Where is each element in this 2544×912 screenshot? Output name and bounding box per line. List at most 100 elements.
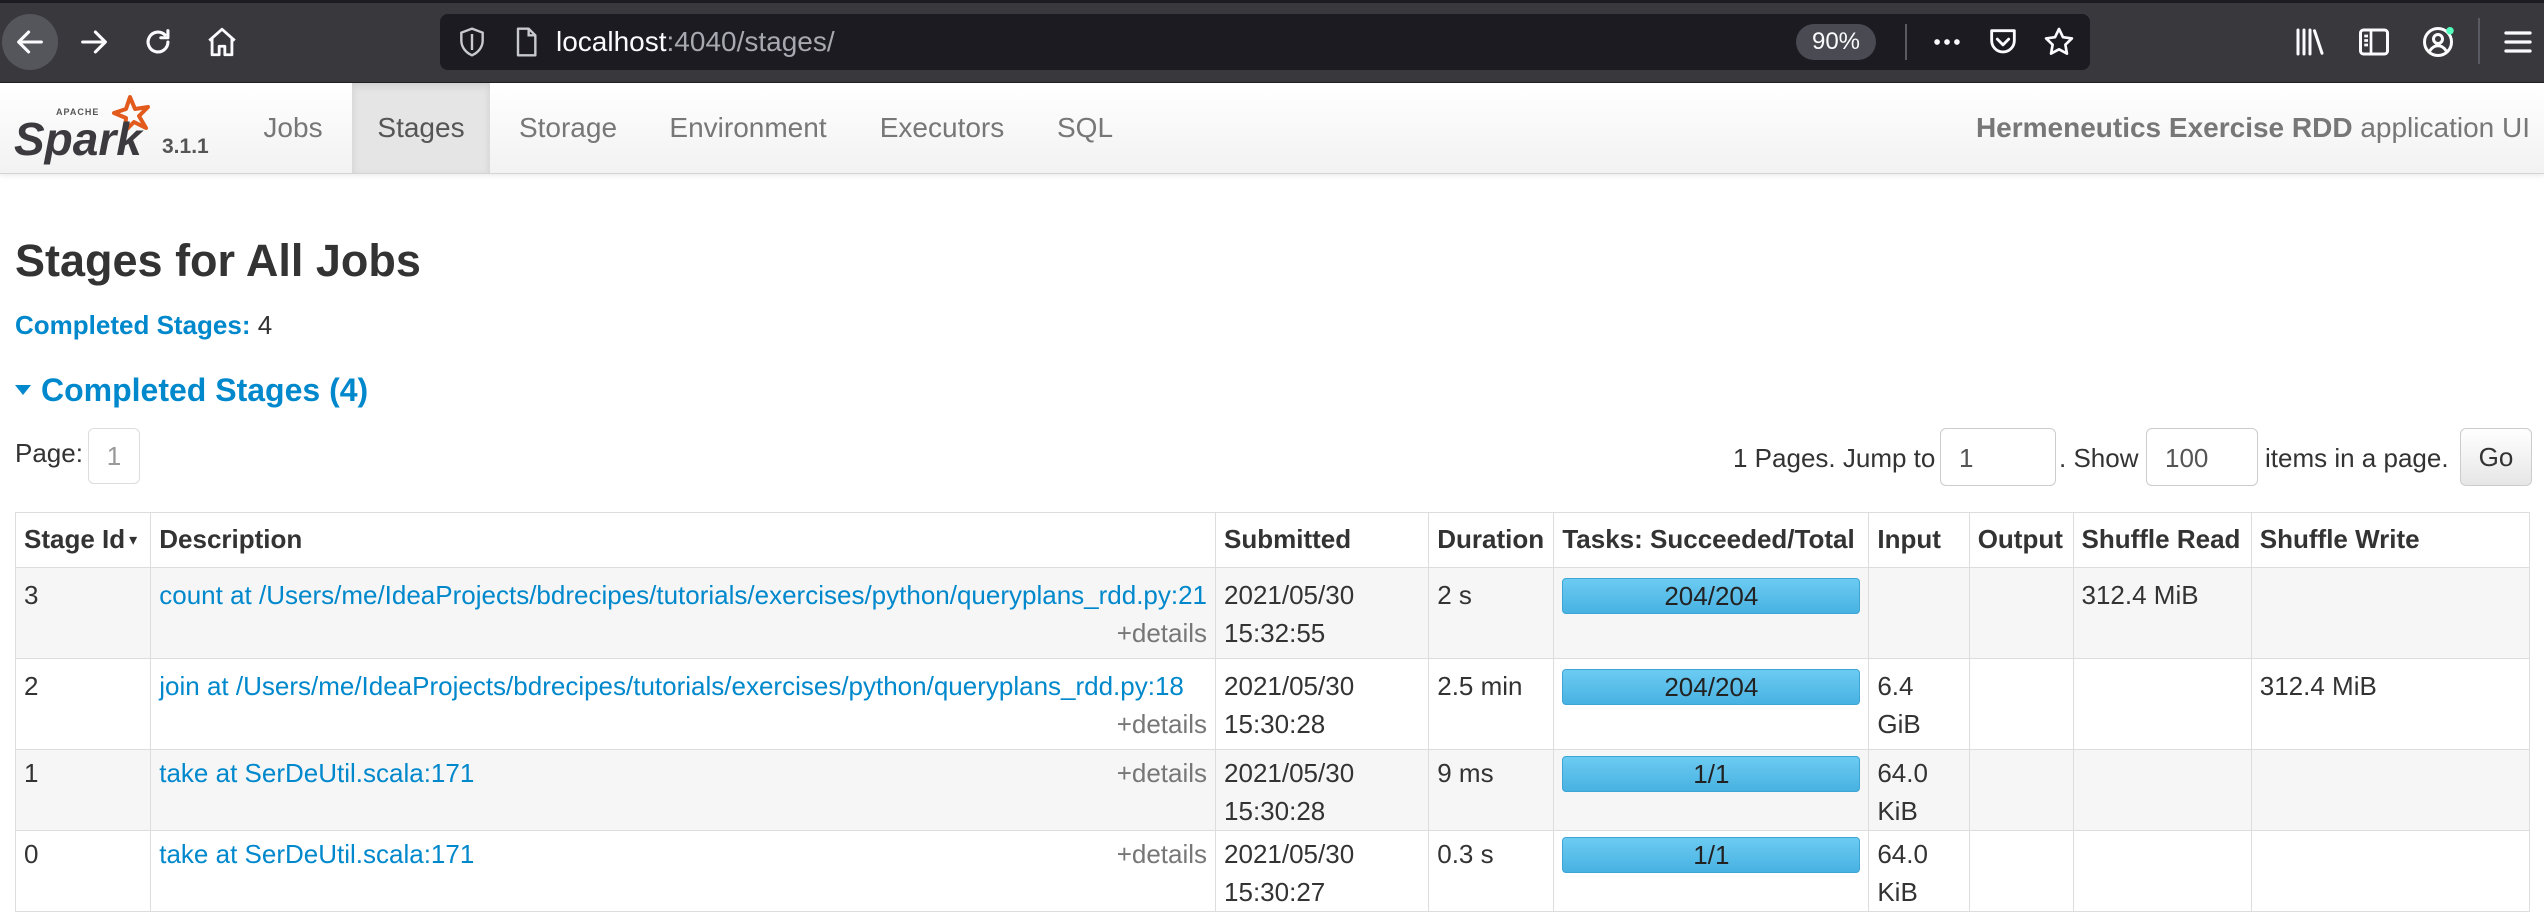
reload-button[interactable] [130,14,186,70]
description-cell: take at SerDeUtil.scala:171 +details [150,830,1217,912]
submitted-cell: 2021/05/30 15:30:28 [1215,749,1430,831]
header-stage-id[interactable]: Stage Id ▾ [14,512,152,568]
items-per-page-text: items in a page. [2265,443,2449,473]
completed-stages-toggle[interactable]: Completed Stages (4) [15,368,368,412]
header-shuffle-write[interactable]: Shuffle Write [2250,512,2531,568]
tasks-progress-bar: 1/1 [1562,837,1861,873]
table-row: 2 join at /Users/me/IdeaProjects/bdrecip… [14,658,2531,750]
toolbar-divider [2478,18,2480,64]
shuffle-read-cell [2072,658,2252,750]
tab-executors[interactable]: Executors [862,83,1022,173]
tab-sql[interactable]: SQL [1036,83,1134,173]
details-toggle[interactable]: +details [159,614,1207,652]
tab-strip [0,0,2544,3]
forward-arrow-icon [81,30,107,54]
tasks-cell: 1/1 [1553,749,1870,831]
header-shuffle-read[interactable]: Shuffle Read [2072,512,2252,568]
back-arrow-icon [17,30,43,54]
section-title: Completed Stages (4) [41,372,369,408]
pocket-icon[interactable] [1986,25,2020,59]
stage-description-link[interactable]: take at SerDeUtil.scala:171 [159,839,474,869]
header-description[interactable]: Description [150,512,1217,568]
header-input[interactable]: Input [1868,512,1970,568]
submitted-cell: 2021/05/30 15:30:28 [1215,658,1430,750]
header-submitted[interactable]: Submitted [1215,512,1430,568]
svg-text:Spark: Spark [14,113,144,165]
address-bar[interactable]: localhost:4040/stages/ 90% [440,14,2090,70]
library-icon[interactable] [2292,24,2328,60]
submitted-cell: 2021/05/30 15:32:55 [1215,567,1430,659]
completed-stages-summary: Completed Stages: 4 [15,308,272,342]
stage-id-cell: 0 [14,830,152,912]
input-cell: 64.0 KiB [1868,749,1970,831]
output-cell [1968,749,2074,831]
tasks-cell: 204/204 [1553,567,1870,659]
tab-environment[interactable]: Environment [650,83,846,173]
shuffle-write-cell [2250,567,2531,659]
table-row: 0 take at SerDeUtil.scala:171 +details 2… [14,830,2531,912]
zoom-level-button[interactable]: 90% [1796,24,1876,60]
url-host: localhost [556,26,667,57]
stage-description-link[interactable]: count at /Users/me/IdeaProjects/bdrecipe… [159,576,1207,614]
home-icon [208,27,236,57]
header-stage-id-label: Stage Id [24,524,126,554]
page-info-icon[interactable] [510,25,542,59]
shuffle-read-cell [2072,830,2252,912]
tracking-shield-icon[interactable] [456,26,488,58]
shuffle-read-cell [2072,749,2252,831]
description-cell: take at SerDeUtil.scala:171 +details [150,749,1217,831]
tasks-progress-bar: 1/1 [1562,756,1861,792]
forward-button[interactable] [66,14,122,70]
jump-page-input[interactable]: 1 [1940,428,2056,486]
input-cell [1868,567,1970,659]
urlbar-divider [1905,24,1907,60]
spark-version: 3.1.1 [162,135,209,158]
details-toggle[interactable]: +details [1117,754,1207,792]
shuffle-read-cell: 312.4 MiB [2072,567,2252,659]
stage-id-cell: 1 [14,749,152,831]
completed-stages-count: 4 [257,310,273,340]
header-output[interactable]: Output [1968,512,2074,568]
output-cell [1968,567,2074,659]
url-text[interactable]: localhost:4040/stages/ [556,26,835,58]
tasks-cell: 204/204 [1553,658,1870,750]
completed-stages-link[interactable]: Completed Stages: [15,310,251,340]
header-duration[interactable]: Duration [1428,512,1555,568]
details-toggle[interactable]: +details [159,705,1207,743]
stage-description-link[interactable]: take at SerDeUtil.scala:171 [159,758,474,788]
description-cell: count at /Users/me/IdeaProjects/bdrecipe… [150,567,1217,659]
details-toggle[interactable]: +details [1117,835,1207,873]
app-name: Hermeneutics Exercise RDD [1975,112,2353,143]
go-button[interactable]: Go [2460,428,2532,486]
tab-jobs[interactable]: Jobs [245,83,341,173]
shuffle-write-cell: 312.4 MiB [2250,658,2531,750]
sort-desc-icon: ▾ [129,532,138,549]
sidebar-icon[interactable] [2356,24,2392,60]
spark-logo[interactable]: APACHE Spark [12,89,162,169]
duration-cell: 2 s [1428,567,1555,659]
stages-table: Stage Id ▾ Description Submitted Duration… [14,512,2531,912]
back-button[interactable] [2,14,58,70]
input-cell: 6.4 GiB [1868,658,1970,750]
shuffle-write-cell [2250,749,2531,831]
page-size-input[interactable]: 100 [2146,428,2258,486]
stage-description-link[interactable]: join at /Users/me/IdeaProjects/bdrecipes… [159,667,1207,705]
home-button[interactable] [194,14,250,70]
table-header-row: Stage Id ▾ Description Submitted Duration… [14,512,2531,568]
url-path: :4040/stages/ [666,26,835,57]
app-title-suffix: application UI [2360,112,2530,143]
page-label: Page: [15,438,83,468]
pages-jump-text: 1 Pages. Jump to [1733,443,1936,473]
output-cell [1968,830,2074,912]
bookmark-star-icon[interactable] [2042,25,2076,59]
hamburger-menu-icon[interactable] [2500,24,2536,60]
account-icon[interactable] [2420,24,2456,60]
browser-toolbar: localhost:4040/stages/ 90% [0,0,2544,83]
shuffle-write-cell [2250,830,2531,912]
page-number-link[interactable]: 1 [88,428,140,484]
page-actions-icon[interactable] [1930,25,1964,59]
tab-stages[interactable]: Stages [352,83,490,173]
tab-storage[interactable]: Storage [500,83,636,173]
header-tasks[interactable]: Tasks: Succeeded/Total [1553,512,1870,568]
reload-icon [146,29,170,54]
